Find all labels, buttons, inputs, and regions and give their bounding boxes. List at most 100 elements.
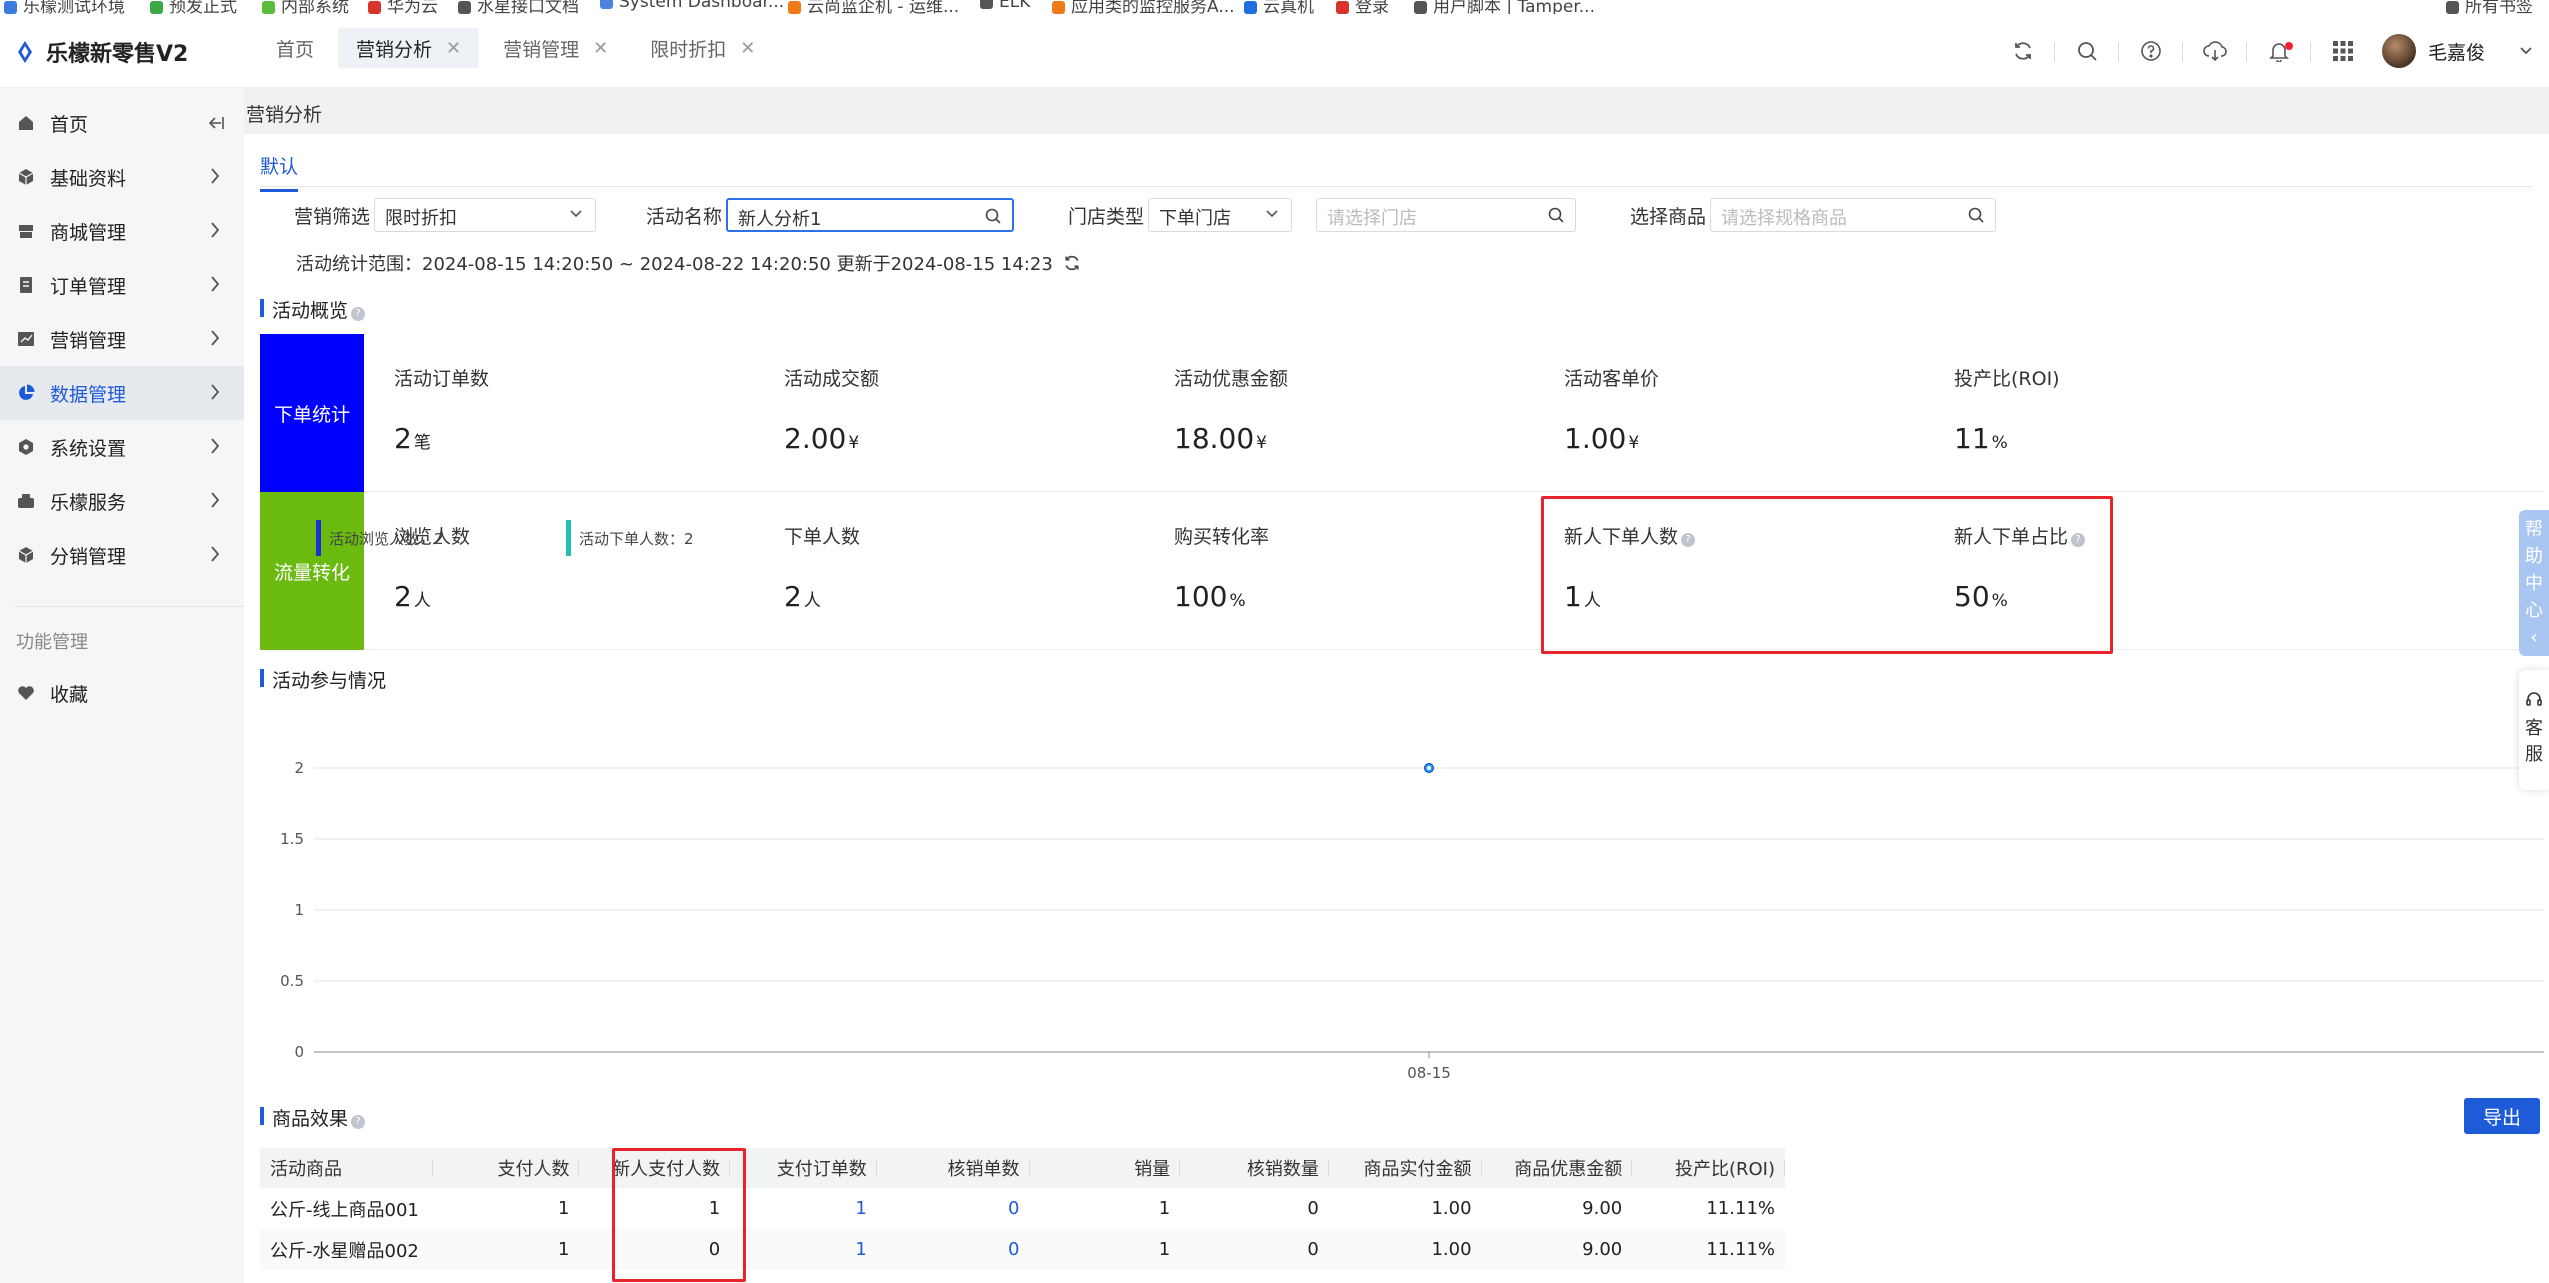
bookmark-item[interactable]: 水星接口文档 — [458, 0, 579, 14]
user-name: 毛嘉俊 — [2427, 41, 2485, 64]
main-content: 营销分析 默认 营销筛选 限时折扣 活动名称 新人分析1 门店类型 下单门店 请… — [244, 88, 2549, 1283]
bookmark-item[interactable]: 登录 — [1336, 0, 1389, 14]
table-cell-link[interactable]: 0 — [876, 1229, 1030, 1270]
bookmark-item[interactable]: 应用类的监控服务A... — [1052, 0, 1235, 14]
y-tick-label: 0 — [294, 1043, 304, 1061]
sidebar-item-settings[interactable]: 系统设置 — [0, 420, 244, 474]
app-logo[interactable]: 乐檬新零售V2 — [14, 36, 188, 68]
help-button[interactable] — [2120, 14, 2184, 88]
bookmark-item[interactable]: ELK — [980, 0, 1030, 12]
y-tick-label: 1 — [294, 901, 304, 919]
bookmark-item[interactable]: 所有书签 — [2446, 0, 2533, 14]
column-header[interactable]: 活动商品 — [260, 1148, 433, 1188]
info-icon[interactable]: ? — [351, 1115, 366, 1129]
close-icon[interactable]: ✕ — [446, 38, 461, 59]
sidebar-item-favorites[interactable]: 收藏 — [0, 666, 244, 720]
bookmark-icon — [600, 0, 613, 9]
tab-home[interactable]: 首页 — [258, 28, 332, 68]
chevron-right-icon — [211, 276, 220, 292]
column-header[interactable]: 支付订单数 — [730, 1148, 877, 1188]
chevron-right-icon — [211, 168, 220, 184]
table-cell: 11.11% — [1706, 1198, 1775, 1219]
close-icon[interactable]: ✕ — [740, 38, 755, 59]
sidebar-item-marketing[interactable]: 营销管理 — [0, 312, 244, 366]
help-center-float[interactable]: 帮助中心 ‹ — [2519, 510, 2549, 656]
app-title: 乐檬新零售V2 — [46, 42, 189, 67]
tab-marketing-analysis[interactable]: 营销分析 ✕ — [338, 28, 480, 68]
column-header[interactable]: 投产比(ROI) — [1632, 1148, 1785, 1188]
table-cell: 9.00 — [1582, 1198, 1623, 1219]
notification-button[interactable] — [2248, 14, 2312, 88]
column-header[interactable]: 销量 — [1029, 1148, 1181, 1188]
chevron-right-icon — [211, 438, 220, 454]
download-button[interactable] — [2184, 14, 2248, 88]
export-button[interactable]: 导出 — [2464, 1098, 2540, 1134]
table-cell: 0 — [1180, 1229, 1329, 1270]
table-cell: 1.00 — [1328, 1229, 1482, 1270]
customer-service-float[interactable]: 客服 — [2519, 670, 2549, 790]
pie-icon — [16, 383, 36, 403]
sidebar: 首页 基础资料 商城管理 订单管理 营销管理 数据管理 系统设置 乐檬服务 分销 — [0, 88, 244, 1283]
bookmark-item[interactable]: 华为云 — [368, 0, 438, 14]
service-icon — [16, 491, 36, 511]
series-point[interactable] — [1425, 764, 1433, 772]
bookmarks-bar: 乐檬测试环境 预发正式 内部系统 华为云 水星接口文档 System Dashb… — [0, 0, 2549, 14]
table-cell-link[interactable]: 0 — [877, 1188, 1030, 1229]
y-tick-label: 0.5 — [280, 972, 304, 990]
sidebar-item-basic-data[interactable]: 基础资料 — [0, 150, 244, 204]
column-header[interactable]: 核销单数 — [876, 1148, 1030, 1188]
search-icon — [2078, 42, 2098, 61]
table-cell: 公斤-水星赠品002 — [260, 1229, 433, 1270]
user-menu[interactable]: 毛嘉俊 — [2376, 34, 2549, 68]
bookmark-icon — [368, 1, 381, 14]
notification-dot — [2284, 42, 2293, 50]
refresh-button[interactable] — [1992, 14, 2056, 88]
sidebar-item-data[interactable]: 数据管理 — [0, 366, 244, 420]
close-icon[interactable]: ✕ — [593, 38, 608, 59]
apps-button[interactable] — [2312, 14, 2376, 88]
sidebar-item-home[interactable]: 首页 — [0, 96, 244, 150]
highlight-annotation — [612, 1148, 746, 1282]
header-tools: 毛嘉俊 — [1992, 14, 2549, 88]
chevron-right-icon — [211, 222, 220, 238]
sidebar-item-distribution[interactable]: 分销管理 — [0, 528, 244, 582]
sidebar-item-mall[interactable]: 商城管理 — [0, 204, 244, 258]
collapse-sidebar-icon[interactable] — [206, 113, 226, 133]
bookmark-item[interactable]: 用户脚本 | Tamper... — [1414, 0, 1595, 14]
bookmark-item[interactable]: 乐檬测试环境 — [4, 0, 125, 14]
bookmark-item[interactable]: 预发正式 — [150, 0, 237, 14]
bookmark-icon — [1052, 1, 1065, 14]
cube-icon — [16, 167, 36, 187]
table-cell: 1 — [1029, 1229, 1181, 1270]
settings-icon — [16, 437, 36, 457]
search-button[interactable] — [2056, 14, 2120, 88]
tab-flash-discount[interactable]: 限时折扣 ✕ — [632, 28, 773, 68]
table-header-row: 活动商品 支付人数 新人支付人数 支付订单数 核销单数 销量 核销数量 商品实付… — [260, 1148, 1785, 1188]
column-header[interactable]: 核销数量 — [1180, 1148, 1329, 1188]
heart-icon — [16, 683, 36, 703]
column-header[interactable]: 商品优惠金额 — [1481, 1148, 1633, 1188]
bookmark-item[interactable]: 云真机 — [1244, 0, 1314, 14]
table-cell-link[interactable]: 1 — [730, 1229, 877, 1270]
help-icon — [2141, 41, 2162, 61]
sidebar-item-lemeng-service[interactable]: 乐檬服务 — [0, 474, 244, 528]
brand-logo-icon — [18, 41, 32, 63]
bookmark-icon — [788, 1, 801, 14]
bookmark-item[interactable]: 内部系统 — [262, 0, 349, 14]
order-icon — [16, 275, 36, 295]
table-cell: 11.11% — [1632, 1229, 1785, 1270]
goods-title: 商品效果? — [260, 1104, 366, 1131]
column-header[interactable]: 支付人数 — [432, 1148, 580, 1188]
sidebar-item-orders[interactable]: 订单管理 — [0, 258, 244, 312]
table-cell: 公斤-线上商品001 — [270, 1199, 419, 1221]
table-row: 公斤-水星赠品002 1 0 1 0 1 0 1.00 9.00 11.11% — [260, 1229, 1785, 1270]
bookmark-icon — [1244, 1, 1257, 14]
app-header: 乐檬新零售V2 首页 营销分析 ✕ 营销管理 ✕ 限时折扣 ✕ 毛嘉俊 — [0, 14, 2549, 88]
bookmark-item[interactable]: System Dashboar... — [600, 0, 784, 12]
table-cell: 1.00 — [1431, 1198, 1472, 1219]
bookmark-item[interactable]: 云尚蓝企机 - 运维... — [788, 0, 959, 14]
x-tick-label: 08-15 — [1407, 1064, 1451, 1082]
tab-marketing-management[interactable]: 营销管理 ✕ — [485, 28, 626, 68]
table-cell-link[interactable]: 1 — [730, 1188, 877, 1229]
column-header[interactable]: 商品实付金额 — [1328, 1148, 1482, 1188]
